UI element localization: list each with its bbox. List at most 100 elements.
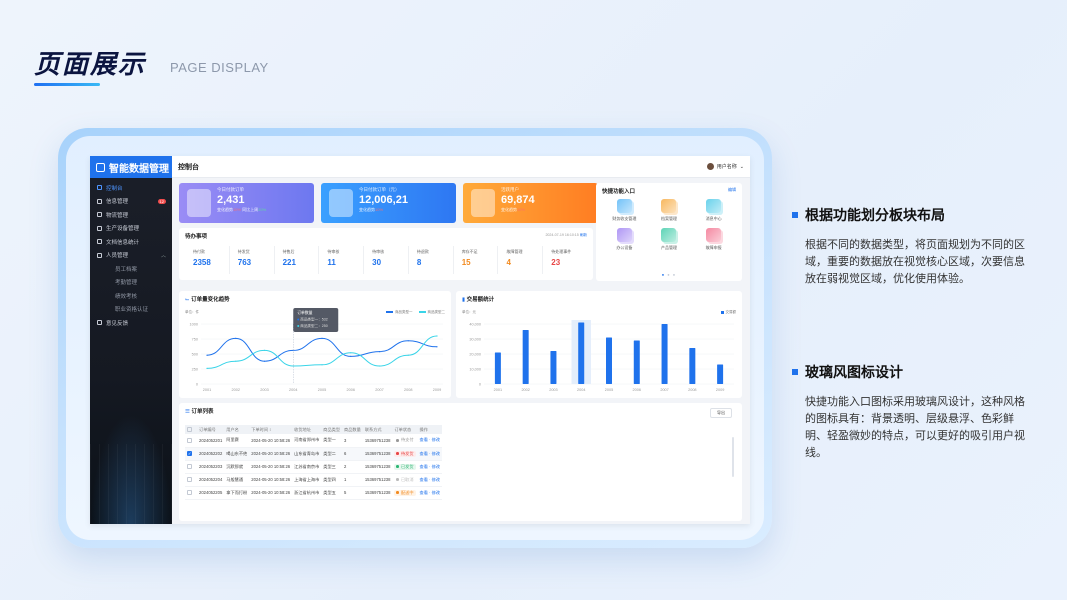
cell-addr: 江苏省南京市 <box>292 460 322 474</box>
chevron-down-icon: ⌄ <box>739 163 744 170</box>
y-tick-label: 30,000 <box>469 337 481 341</box>
quick-item[interactable]: 财务收支管理 <box>602 199 647 222</box>
row-select[interactable] <box>185 447 197 461</box>
cell-addr: 上海省上海市 <box>292 473 322 487</box>
row-select[interactable] <box>185 434 197 448</box>
todo-item[interactable]: 待审核 11 <box>319 246 365 274</box>
pager-dots[interactable]: ● ● ● <box>596 272 742 277</box>
sidebar-item[interactable]: 文档信息统计 <box>90 235 172 249</box>
checkbox[interactable] <box>187 464 192 470</box>
row-actions[interactable]: 查看 · 修改 <box>417 447 442 461</box>
row-select[interactable] <box>185 460 197 474</box>
table-scrollbar[interactable] <box>732 437 734 477</box>
page-title: 页面展示 <box>34 50 147 80</box>
checkbox[interactable] <box>187 477 192 483</box>
quick-item-label: 产品管理 <box>660 245 677 250</box>
quick-item[interactable]: 故障申报 <box>691 228 736 251</box>
data-point <box>407 340 409 342</box>
column-header: 商品数量 <box>342 425 363 434</box>
sidebar-item[interactable]: 控制台 <box>90 181 172 195</box>
menu-icon <box>97 185 102 191</box>
fault-icon <box>706 228 722 242</box>
quick-item[interactable]: 档案管理 <box>647 199 692 222</box>
todo-item[interactable]: 待处理事件 23 <box>543 246 587 274</box>
sidebar-item[interactable]: 考勤管理 <box>90 276 172 290</box>
edit-link[interactable]: 编辑 <box>728 187 736 193</box>
row-actions[interactable]: 查看 · 修改 <box>417 486 442 500</box>
app-brand[interactable]: 智能数据管理 <box>90 156 172 178</box>
bar[interactable] <box>661 324 668 384</box>
glass-icon <box>329 189 353 217</box>
todo-item[interactable]: 待发货 763 <box>230 246 275 274</box>
column-header[interactable]: 下单时间 ↕ <box>249 425 293 434</box>
table-row[interactable]: 2024052204 马般慧通 2024-05-20 10:58:26 上海省上海市类… <box>185 473 442 487</box>
refresh-link[interactable]: 刷新 <box>580 233 587 237</box>
checkbox[interactable] <box>187 490 192 496</box>
table-row[interactable]: 2024052205 拿下而打粉 2024-05-20 10:58:26 浙江省杭州市… <box>185 486 442 500</box>
row-actions[interactable]: 查看 · 修改 <box>417 473 442 487</box>
stat-card[interactable]: 活跃用户 69,874 变化趋势10% <box>463 183 598 223</box>
page-subtitle: PAGE DISPLAY <box>170 60 269 75</box>
checkbox[interactable] <box>187 427 192 433</box>
table-row[interactable]: 2024052201 阿里赛 2024-05-20 10:58:26 河南省郑州市 类型… <box>185 434 442 448</box>
cell-user: 沉默那就 <box>224 460 250 474</box>
data-point <box>321 337 323 339</box>
cell-phone: 15369751238 <box>362 473 393 487</box>
bar[interactable] <box>578 322 585 385</box>
todo-label: 待付款 <box>193 249 205 254</box>
column-header: 用户名 <box>224 425 250 434</box>
orders-title: ☰ 订单列表 <box>185 409 214 415</box>
data-point <box>436 335 438 337</box>
bar[interactable] <box>606 337 612 385</box>
table-row[interactable]: 2024052202喝山东不绝2024-05-20 10:58:26山东省青岛市… <box>185 447 442 461</box>
todo-item[interactable]: 待付款 2358 <box>185 246 230 274</box>
bar[interactable] <box>717 364 724 385</box>
sidebar-item[interactable]: 人员管理 ︿ <box>90 249 172 263</box>
sidebar-item[interactable]: 职业资格认证 <box>90 303 172 317</box>
bar[interactable] <box>550 351 557 384</box>
table-row[interactable]: 2024052203 沉默那就 2024-05-20 10:58:26 江苏省南京市类… <box>185 460 442 474</box>
todo-item[interactable]: 待退款 8 <box>409 246 454 274</box>
stat-card[interactable]: 今日付款订单（元） 12,006,21 变化趋势10% <box>321 183 456 223</box>
bar[interactable] <box>689 348 696 384</box>
x-tick-label: 2002 <box>232 388 240 392</box>
todo-card: 待办事项 2024-07-19 16:10:15 刷新 待付款 2358 待发货 76… <box>179 228 593 280</box>
sidebar-item[interactable]: 员工档案 <box>90 262 172 276</box>
todo-item[interactable]: 故障管理 4 <box>498 246 544 274</box>
quick-item[interactable]: 办公设备 <box>602 228 647 251</box>
topbar: 控制台 用户名称 ⌄ <box>172 156 750 178</box>
bar[interactable] <box>633 340 640 385</box>
row-select[interactable] <box>185 473 197 487</box>
checkbox[interactable] <box>187 437 192 443</box>
user-menu[interactable]: 用户名称 ⌄ <box>706 163 744 170</box>
main-content: 今日付款订单 2,431 变化趋势10% 同比上周20% 今日付款订单（元） 12,00… <box>172 178 750 524</box>
quick-item[interactable]: 产品管理 <box>647 228 692 251</box>
checkbox[interactable] <box>187 451 192 457</box>
sidebar-item-label: 信息管理 <box>106 199 129 206</box>
bar[interactable] <box>522 330 529 384</box>
y-tick-label: 0 <box>479 382 481 386</box>
row-actions[interactable]: 查看 · 修改 <box>417 434 442 448</box>
todo-item[interactable]: 待售后 221 <box>275 246 320 274</box>
feature-text: 根据不同的数据类型，将页面规划为不同的区域，重要的数据放在视觉核心区域，次要信息… <box>805 239 1025 285</box>
todo-item[interactable]: 库存不足 15 <box>454 246 499 274</box>
status-badge: 待支付 <box>394 437 415 443</box>
trend-value: 10% <box>517 207 526 212</box>
export-button[interactable]: 导出 <box>710 408 732 418</box>
sidebar-item[interactable]: 生产设备管理 <box>90 222 172 236</box>
sidebar-item[interactable]: 意见反馈 <box>90 316 172 330</box>
quick-item[interactable]: 消息中心 <box>691 199 736 222</box>
folder-icon <box>661 199 677 213</box>
todo-item[interactable]: 待审核 30 <box>364 246 409 274</box>
sidebar-item[interactable]: 物流管理 <box>90 208 172 222</box>
bar[interactable] <box>494 352 501 385</box>
topbar-title: 控制台 <box>178 163 199 171</box>
cell-type: 类型四 <box>321 473 343 487</box>
cell-time: 2024-05-20 10:58:26 <box>249 434 293 448</box>
select-all[interactable] <box>185 425 197 434</box>
sidebar-item[interactable]: 绩效考核 <box>90 289 172 303</box>
stat-card[interactable]: 今日付款订单 2,431 变化趋势10% 同比上周20% <box>179 183 314 223</box>
row-select[interactable] <box>185 486 197 500</box>
row-actions[interactable]: 查看 · 修改 <box>417 460 442 474</box>
sidebar-item[interactable]: 信息管理 12 <box>90 195 172 209</box>
